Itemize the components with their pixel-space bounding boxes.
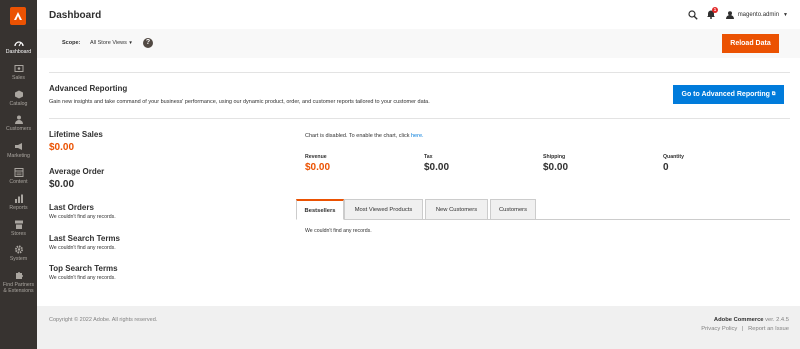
sidebar-item-label: Content	[9, 179, 28, 185]
sidebar-item-stores[interactable]: Stores	[0, 220, 37, 237]
reload-data-button[interactable]: Reload Data	[722, 34, 779, 53]
footer: Copyright © 2022 Adobe. All rights reser…	[37, 306, 800, 349]
notification-count-badge: 1	[711, 7, 719, 13]
puzzle-icon	[15, 272, 23, 279]
last-search-terms-empty: We couldn't find any records.	[49, 245, 116, 251]
dashboard-icon	[13, 41, 24, 47]
adobe-logo-icon[interactable]	[10, 7, 26, 25]
external-link-icon: ⧉	[771, 91, 776, 97]
quantity-label: Quantity	[663, 154, 685, 160]
sidebar-item-find-partners[interactable]: Find Partners & Extensions	[0, 271, 37, 294]
sidebar-item-customers[interactable]: Customers	[0, 115, 37, 132]
revenue-value: $0.00	[305, 162, 331, 173]
report-issue-link[interactable]: Report an Issue	[748, 326, 789, 332]
sidebar-item-dashboard[interactable]: Dashboard	[0, 38, 37, 55]
help-icon[interactable]: ?	[143, 38, 153, 48]
tax-label: Tax	[424, 154, 433, 160]
tab-bestsellers[interactable]: Bestsellers	[296, 199, 344, 220]
sidebar-item-catalog[interactable]: Catalog	[0, 90, 37, 107]
tab-customers[interactable]: Customers	[490, 199, 536, 220]
sidebar-item-label: System	[9, 256, 28, 262]
tab-content-empty: We couldn't find any records.	[305, 228, 372, 234]
footer-link-separator: |	[741, 326, 744, 332]
sidebar-item-reports[interactable]: Reports	[0, 194, 37, 211]
sidebar-item-label: & Extensions	[3, 288, 34, 294]
sidebar-item-label: Catalog	[9, 101, 28, 107]
lifetime-sales-label: Lifetime Sales	[49, 130, 103, 139]
shipping-label: Shipping	[543, 154, 566, 160]
page-title: Dashboard	[49, 10, 102, 21]
dollar-icon	[14, 65, 23, 72]
sidebar-item-label: Customers	[5, 126, 32, 132]
last-orders-label: Last Orders	[49, 203, 94, 212]
gear-icon	[14, 245, 23, 254]
divider	[49, 118, 790, 119]
product-name: Adobe Commerce	[713, 317, 764, 323]
sidebar-item-system[interactable]: System	[0, 245, 37, 262]
average-order-value: $0.00	[49, 179, 75, 190]
megaphone-icon	[14, 143, 22, 150]
revenue-label: Revenue	[305, 154, 327, 160]
tab-new-customers[interactable]: New Customers	[425, 199, 488, 220]
privacy-policy-link[interactable]: Privacy Policy	[701, 326, 737, 332]
last-orders-empty: We couldn't find any records.	[49, 214, 116, 220]
cube-icon	[14, 90, 23, 99]
user-name: magento.admin	[737, 12, 780, 18]
search-icon[interactable]	[688, 10, 698, 20]
scope-switcher[interactable]: All Store Views ▼	[90, 40, 133, 46]
tax-value: $0.00	[424, 162, 450, 173]
sidebar-item-content[interactable]: Content	[0, 168, 37, 185]
top-search-terms-label: Top Search Terms	[49, 264, 118, 273]
sidebar-item-label: Stores	[11, 231, 26, 237]
layout-icon	[14, 168, 23, 177]
scope-label: Scope:	[62, 40, 81, 46]
shipping-value: $0.00	[543, 162, 569, 173]
advanced-reporting-title: Advanced Reporting	[49, 84, 128, 93]
header-actions: 1 magento.admin ▼	[688, 7, 788, 22]
chart-note-text: Chart is disabled. To enable the chart, …	[305, 133, 410, 139]
sidebar-item-label: Dashboard	[5, 49, 32, 55]
footer-links: Privacy Policy | Report an Issue	[701, 326, 789, 332]
tab-most-viewed-products[interactable]: Most Viewed Products	[344, 199, 423, 220]
enable-chart-link[interactable]: here.	[411, 133, 424, 139]
last-search-terms-label: Last Search Terms	[49, 234, 120, 243]
sidebar-item-label: Sales	[12, 75, 25, 81]
copyright: Copyright © 2022 Adobe. All rights reser…	[49, 317, 158, 323]
version-number: ver. 2.4.5	[763, 317, 789, 323]
advanced-reporting-button-label: Go to Advanced Reporting	[681, 91, 770, 98]
advanced-reporting-description: Gain new insights and take command of yo…	[49, 99, 430, 105]
quantity-value: 0	[663, 162, 669, 173]
sidebar: Dashboard Sales Catalog Customers Market…	[0, 0, 37, 349]
divider	[49, 72, 790, 73]
customers-icon	[14, 115, 23, 124]
top-search-terms-empty: We couldn't find any records.	[49, 275, 116, 281]
notifications-button[interactable]: 1	[706, 7, 719, 21]
store-icon	[14, 220, 23, 229]
scope-bar: Scope: All Store Views ▼ ? Reload Data	[37, 29, 800, 58]
sidebar-item-marketing[interactable]: Marketing	[0, 142, 37, 159]
user-icon	[725, 11, 734, 19]
bar-chart-icon	[14, 194, 23, 203]
user-menu[interactable]: magento.admin ▼	[725, 11, 788, 19]
chevron-down-icon: ▼	[783, 12, 788, 18]
chevron-down-icon: ▼	[128, 40, 133, 45]
version-info: Adobe Commerce ver. 2.4.5	[714, 317, 789, 323]
chart-disabled-note: Chart is disabled. To enable the chart, …	[305, 133, 424, 139]
sidebar-item-label: Marketing	[7, 153, 30, 159]
scope-value: All Store Views	[90, 40, 127, 46]
lifetime-sales-value: $0.00	[49, 142, 75, 153]
sidebar-item-label: Reports	[9, 205, 28, 211]
go-to-advanced-reporting-button[interactable]: Go to Advanced Reporting ⧉	[673, 85, 784, 104]
sidebar-item-sales[interactable]: Sales	[0, 64, 37, 81]
average-order-label: Average Order	[49, 167, 105, 176]
